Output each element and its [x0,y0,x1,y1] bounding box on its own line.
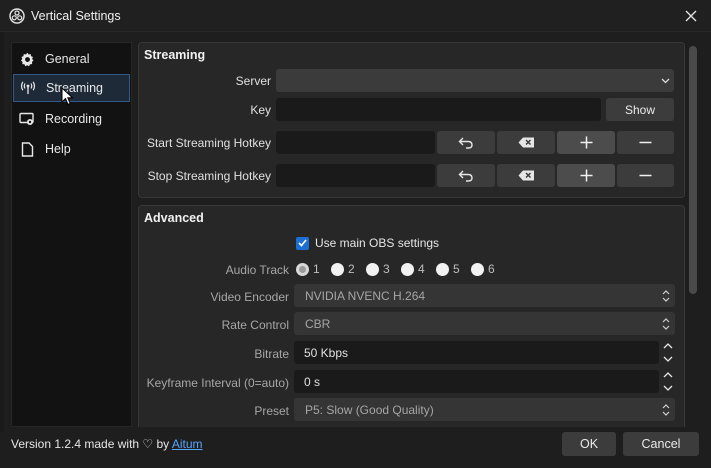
updown-chevron-icon [657,312,675,335]
group-title-advanced: Advanced [144,211,204,225]
stop-hotkey-input[interactable] [276,164,435,187]
checkmark-icon [296,236,309,250]
stop-hotkey-add-button[interactable] [557,164,615,187]
keyframe-interval-label: Keyframe Interval (0=auto) [146,376,289,390]
aitum-link[interactable]: Aitum [172,437,203,451]
radio-icon [436,262,449,276]
scrollbar-thumb[interactable] [689,46,697,294]
key-label: Key [250,103,271,117]
keyframe-interval-input[interactable]: 0 s [294,370,659,393]
show-key-button[interactable]: Show [606,98,674,121]
start-hotkey-label: Start Streaming Hotkey [146,136,271,150]
minus-icon [639,174,652,177]
window-title: Vertical Settings [31,9,121,23]
radio-icon [401,262,414,276]
start-hotkey-revert-button[interactable] [437,131,495,154]
preset-label: Preset [254,404,289,418]
audio-track-radio-6[interactable]: 6 [471,262,495,276]
start-hotkey-input[interactable] [276,131,435,154]
settings-content: Streaming Server Key Show Start Streamin… [138,42,685,427]
sidebar-item-help[interactable]: Help [13,135,130,163]
audio-track-label: Audio Track [225,263,289,277]
keyframe-interval-stepper[interactable] [661,370,675,393]
audio-track-radio-2[interactable]: 2 [331,262,355,276]
streaming-group: Streaming Server Key Show Start Streamin… [138,42,685,198]
recording-icon [19,111,35,127]
stop-hotkey-revert-button[interactable] [437,164,495,187]
keyframe-interval-value: 0 s [304,375,321,389]
group-title-streaming: Streaming [144,48,206,62]
server-label: Server [235,74,271,88]
sidebar-item-label: Help [45,142,71,156]
plus-icon [580,136,592,149]
rate-control-value: CBR [305,317,331,331]
audio-track-radio-5[interactable]: 5 [436,262,460,276]
version-info: Version 1.2.4 made with ♡ by Aitum [11,437,203,451]
backspace-icon [518,170,534,181]
gear-icon [19,51,35,67]
use-main-settings-label: Use main OBS settings [315,236,440,250]
preset-dropdown[interactable]: P5: Slow (Good Quality) [294,398,675,421]
server-dropdown[interactable] [276,69,674,92]
start-hotkey-remove-button[interactable] [617,131,674,154]
stop-hotkey-label: Stop Streaming Hotkey [147,169,271,183]
undo-icon [458,170,473,182]
close-icon[interactable] [671,0,711,32]
title-bar: Vertical Settings [0,0,711,32]
use-main-settings-checkbox[interactable]: Use main OBS settings [296,236,439,250]
minus-icon [639,141,652,144]
sidebar-item-general[interactable]: General [13,45,130,73]
radio-selected-icon [296,262,309,276]
updown-chevron-icon [657,398,675,421]
background-strip [0,32,4,432]
chevron-down-icon [656,69,674,92]
audio-track-radio-3[interactable]: 3 [366,262,390,276]
sidebar-item-label: General [45,52,90,66]
bitrate-input[interactable]: 50 Kbps [294,341,659,364]
chevron-up-icon [663,372,673,378]
stop-hotkey-clear-button[interactable] [497,164,555,187]
ok-button[interactable]: OK [562,432,616,456]
video-encoder-label: Video Encoder [210,290,289,304]
stream-key-input[interactable] [276,98,601,121]
audio-track-radio-4[interactable]: 4 [401,262,425,276]
document-icon [19,141,35,157]
audio-track-radio-1[interactable]: 1 [296,262,320,276]
undo-icon [458,137,473,149]
advanced-group: Advanced Use main OBS settings Audio Tra… [138,205,685,427]
plus-icon [580,169,592,182]
backspace-icon [518,137,534,148]
video-encoder-dropdown[interactable]: NVIDIA NVENC H.264 [294,284,675,307]
antenna-icon [20,80,36,96]
version-text: Version 1.2.4 made with ♡ by [11,437,172,451]
start-hotkey-clear-button[interactable] [497,131,555,154]
cancel-button[interactable]: Cancel [623,432,699,456]
video-encoder-value: NVIDIA NVENC H.264 [305,289,426,303]
rate-control-dropdown[interactable]: CBR [294,312,675,335]
rate-control-label: Rate Control [221,318,289,332]
sidebar-item-recording[interactable]: Recording [13,105,130,133]
radio-icon [331,262,344,276]
radio-icon [471,262,484,276]
bitrate-label: Bitrate [254,347,289,361]
chevron-up-icon [663,343,673,349]
preset-value: P5: Slow (Good Quality) [305,403,434,417]
bitrate-stepper[interactable] [661,341,675,364]
chevron-down-icon [663,356,673,362]
chevron-down-icon [663,385,673,391]
stop-hotkey-remove-button[interactable] [617,164,674,187]
mouse-cursor-icon [61,87,74,106]
radio-icon [366,262,379,276]
bitrate-value: 50 Kbps [304,346,349,360]
sidebar-item-label: Recording [45,112,102,126]
updown-chevron-icon [657,284,675,307]
obs-logo-icon [9,8,25,24]
start-hotkey-add-button[interactable] [557,131,615,154]
